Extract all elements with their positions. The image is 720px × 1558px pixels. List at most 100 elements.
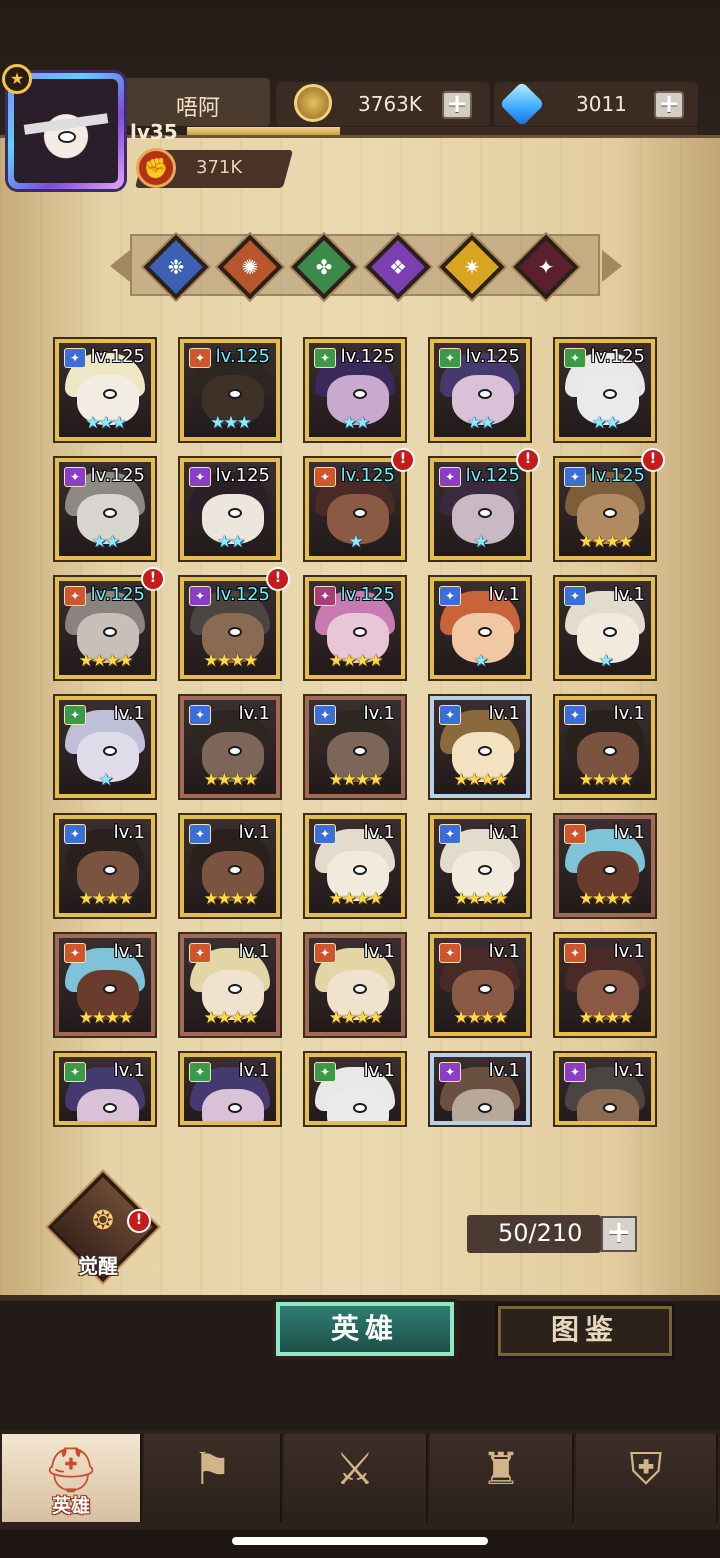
hero-card[interactable]: ✦ lv.1 ★★★★ [305,815,405,917]
hero-level: lv.1 [113,941,145,962]
tab-heroes[interactable]: 英雄 [276,1302,454,1356]
hero-card[interactable]: ✦ lv.1 ★ [430,577,530,679]
hero-star-rating: ★★★★ [203,1008,259,1028]
hero-card[interactable]: ✦ lv.1 ★★★★ [430,815,530,917]
hero-card[interactable]: ✦ lv.125 ★★★ [55,339,155,441]
hero-class-icon: ✦ [64,705,86,725]
player-level: lv35 [130,120,178,144]
hero-level: lv.1 [488,703,520,724]
hero-card[interactable]: ✦ lv.1 ★★★★ [180,815,280,917]
hero-star-rating: ★★★★ [578,770,634,790]
hero-card[interactable]: ✦ lv.1 ★★★★ [180,696,280,798]
hero-class-icon: ✦ [314,586,336,606]
hero-card[interactable]: ✦ lv.1 [305,1053,405,1125]
hero-class-icon: ✦ [314,705,336,725]
expand-slots-button[interactable]: + [601,1216,637,1252]
hero-card[interactable]: ✦ lv.1 ★★★★ [555,934,655,1036]
hero-star-rating: ★★★★ [328,651,384,671]
awaken-alert-badge: ! [127,1209,151,1233]
hero-card[interactable]: ✦ lv.125 ★★★★ [305,577,405,679]
hero-star-rating: ★ [598,651,613,671]
hero-card[interactable]: ✦ lv.125 ★★ [55,458,155,560]
hero-star-rating: ★★★★ [78,1008,134,1028]
avatar-portrait [14,79,118,183]
hero-card[interactable]: ✦ lv.125 ★★ [430,339,530,441]
hero-class-icon: ✦ [564,348,586,368]
home-indicator[interactable] [232,1537,488,1545]
hero-class-icon: ✦ [64,348,86,368]
hero-class-icon: ✦ [314,1062,336,1082]
hero-card[interactable]: ✦ lv.125 ★ [430,458,530,560]
hero-card[interactable]: ✦ lv.125 ★★★★ [55,577,155,679]
hero-level: lv.1 [363,1060,395,1081]
coin-icon [294,84,332,122]
hero-class-icon: ✦ [439,705,461,725]
hero-level: lv.1 [363,703,395,724]
hero-alert-badge: ! [391,448,415,472]
hero-class-icon: ✦ [564,943,586,963]
hero-card[interactable]: ✦ lv.1 ★★★★ [555,696,655,798]
hero-level: lv.125 [465,465,520,486]
hero-level: lv.1 [613,941,645,962]
hero-card[interactable]: ✦ lv.125 ★★ [555,339,655,441]
hero-star-rating: ★★ [216,532,245,552]
hero-class-icon: ✦ [189,467,211,487]
hero-star-rating: ★★★ [210,413,252,433]
hero-level: lv.125 [590,465,645,486]
hero-class-icon: ✦ [314,824,336,844]
hero-card[interactable]: ✦ lv.1 ★★★★ [305,696,405,798]
hero-level: lv.1 [238,941,270,962]
nav-item-helmet[interactable]: ⛑ 英雄 [2,1434,142,1522]
hero-card[interactable]: ✦ lv.1 [430,1053,530,1125]
add-coins-button[interactable]: + [442,91,472,119]
hero-card[interactable]: ✦ lv.125 ★★ [305,339,405,441]
hero-class-icon: ✦ [64,824,86,844]
hero-star-rating: ★★★★ [453,889,509,909]
nav-item-guild[interactable]: ⛨ [576,1434,718,1522]
hero-card[interactable]: ✦ lv.1 ★★★★ [55,815,155,917]
hero-card[interactable]: ✦ lv.125 ★★ [180,458,280,560]
hero-star-rating: ★★★★ [78,889,134,909]
guild-icon: ⛨ [629,1444,663,1495]
hero-level: lv.125 [90,465,145,486]
hero-card[interactable]: ✦ lv.1 ★★★★ [430,934,530,1036]
hero-card[interactable]: ✦ lv.1 ★ [555,577,655,679]
nav-item-map[interactable]: ⚑ [144,1434,282,1522]
hero-class-icon: ✦ [439,943,461,963]
add-gems-button[interactable]: + [654,91,684,119]
hero-card[interactable]: ✦ lv.1 ★★★★ [555,815,655,917]
hero-class-icon: ✦ [564,467,586,487]
tab-codex[interactable]: 图鉴 [498,1306,672,1356]
hero-level: lv.1 [363,941,395,962]
hero-star-rating: ★ [348,532,363,552]
hero-star-rating: ★★★★ [578,1008,634,1028]
hero-card[interactable]: ✦ lv.1 ★★★★ [305,934,405,1036]
hero-class-icon: ✦ [189,705,211,725]
hero-card[interactable]: ✦ lv.125 ★★★ [180,339,280,441]
hero-level: lv.125 [90,346,145,367]
hero-card[interactable]: ✦ lv.1 ★★★★ [55,934,155,1036]
hero-card[interactable]: ✦ lv.1 ★★★★ [430,696,530,798]
hero-star-rating: ★★★★ [328,889,384,909]
hero-star-rating: ★★★★ [328,770,384,790]
hero-level: lv.125 [340,584,395,605]
hero-card[interactable]: ✦ lv.1 [555,1053,655,1125]
filter-left-arrow-icon [110,250,130,282]
hero-class-icon: ✦ [439,1062,461,1082]
nav-item-castle[interactable]: ♜ [430,1434,574,1522]
hero-card[interactable]: ✦ lv.125 ★ [305,458,405,560]
hero-card[interactable]: ✦ lv.125 ★★★★ [555,458,655,560]
hero-card[interactable]: ✦ lv.125 ★★★★ [180,577,280,679]
awaken-label: 觉醒 [78,1254,118,1278]
hero-card[interactable]: ✦ lv.1 [180,1053,280,1125]
nav-item-crossed-swords[interactable]: ⚔ [284,1434,428,1522]
hero-star-rating: ★★★★ [78,651,134,671]
coin-amount: 3763K [358,92,423,116]
hero-class-icon: ✦ [439,824,461,844]
hero-alert-badge: ! [516,448,540,472]
hero-card[interactable]: ✦ lv.1 ★ [55,696,155,798]
hero-card[interactable]: ✦ lv.1 [55,1053,155,1125]
hero-level: lv.1 [613,703,645,724]
hero-card[interactable]: ✦ lv.1 ★★★★ [180,934,280,1036]
hero-level: lv.125 [465,346,520,367]
